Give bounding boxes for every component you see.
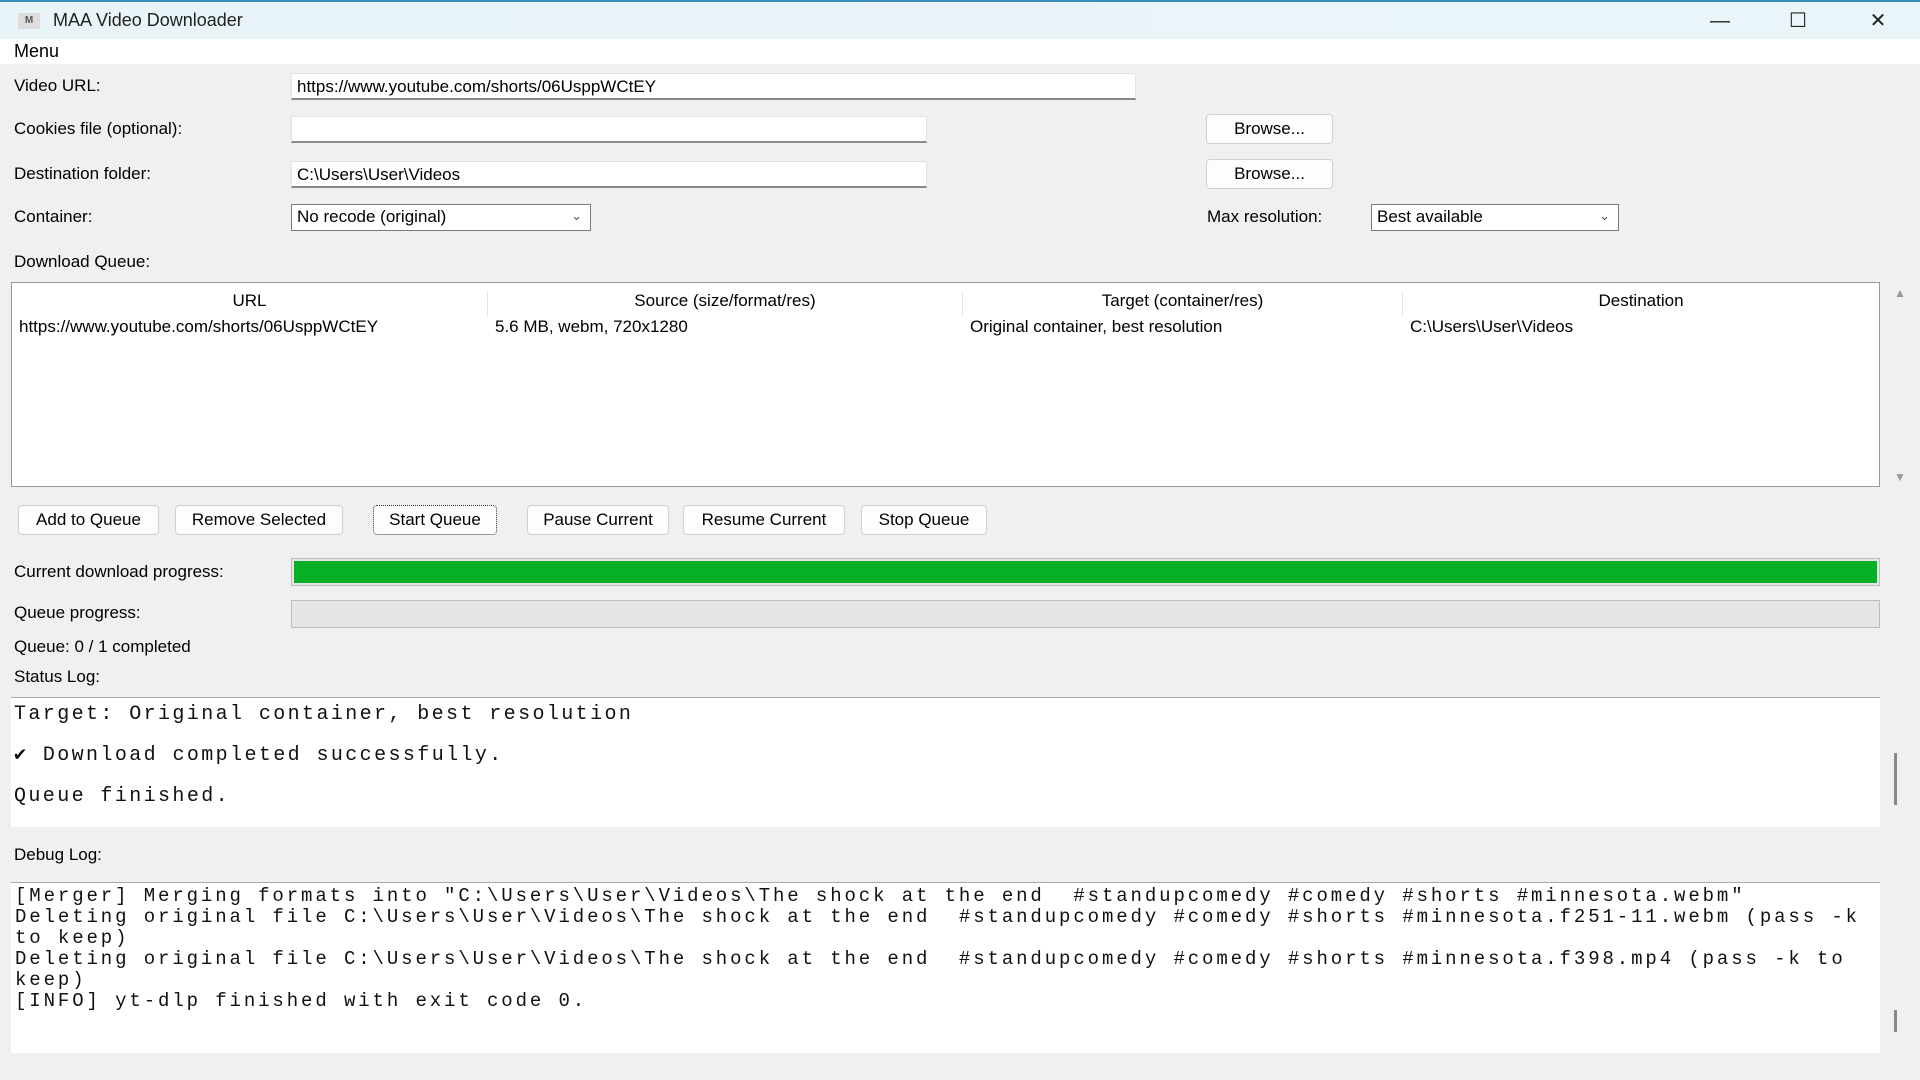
cookies-label: Cookies file (optional):	[14, 119, 182, 139]
cookies-input[interactable]	[291, 116, 927, 143]
video-url-input[interactable]: https://www.youtube.com/shorts/06UsppWCt…	[291, 73, 1136, 100]
debug-log-line: Deleting original file C:\Users\User\Vid…	[15, 949, 1860, 991]
max-resolution-label: Max resolution:	[1207, 207, 1322, 227]
status-log-line: ✔ Download completed successfully.	[11, 739, 1880, 780]
queue-table[interactable]: URL Source (size/format/res) Target (con…	[11, 282, 1880, 487]
container-label: Container:	[14, 207, 92, 227]
add-to-queue-button[interactable]: Add to Queue	[18, 505, 159, 535]
current-progress-fill	[292, 559, 1879, 585]
browse-cookies-button[interactable]: Browse...	[1206, 114, 1333, 144]
debug-log-line: [INFO] yt-dlp finished with exit code 0.	[15, 991, 1860, 1012]
browse-destination-button[interactable]: Browse...	[1206, 159, 1333, 189]
minimize-icon[interactable]: —	[1690, 6, 1750, 36]
queue-progress-bar	[291, 600, 1880, 628]
destination-input[interactable]: C:\Users\User\Videos	[291, 161, 927, 188]
debug-log-line: Deleting original file C:\Users\User\Vid…	[15, 907, 1860, 949]
table-cell-destination[interactable]: C:\Users\User\Videos	[1403, 317, 1573, 337]
window-title: MAA Video Downloader	[53, 10, 243, 31]
scroll-down-arrow-icon[interactable]: ▼	[1894, 470, 1906, 484]
container-value: No recode (original)	[297, 207, 446, 226]
remove-selected-button[interactable]: Remove Selected	[175, 505, 343, 535]
column-header-destination[interactable]: Destination	[1403, 291, 1879, 317]
max-resolution-select[interactable]: Best available ⌄	[1371, 204, 1619, 231]
table-cell-source[interactable]: 5.6 MB, webm, 720x1280	[488, 317, 688, 337]
app-icon: M	[18, 13, 40, 29]
menu-item[interactable]: Menu	[14, 41, 59, 62]
stop-queue-button[interactable]: Stop Queue	[861, 505, 987, 535]
max-resolution-value: Best available	[1377, 207, 1483, 226]
title-bar: M MAA Video Downloader — ☐ ✕	[0, 0, 1920, 39]
start-queue-button[interactable]: Start Queue	[373, 505, 497, 535]
current-progress-label: Current download progress:	[14, 562, 224, 582]
status-log[interactable]: Target: Original container, best resolut…	[11, 697, 1880, 827]
menu-bar: Menu	[0, 39, 1920, 64]
column-header-source[interactable]: Source (size/format/res)	[488, 291, 963, 317]
download-queue-label: Download Queue:	[14, 252, 150, 272]
maximize-icon[interactable]: ☐	[1768, 6, 1828, 36]
video-url-label: Video URL:	[14, 76, 101, 96]
current-progress-bar	[291, 558, 1880, 586]
debug-log-scrollbar[interactable]	[1894, 1010, 1897, 1032]
debug-log-line: [Merger] Merging formats into "C:\Users\…	[15, 886, 1860, 907]
resume-current-button[interactable]: Resume Current	[683, 505, 845, 535]
debug-log-label: Debug Log:	[14, 845, 102, 865]
chevron-down-icon: ⌄	[571, 208, 582, 224]
column-header-url[interactable]: URL	[12, 291, 488, 317]
queue-status-text: Queue: 0 / 1 completed	[14, 637, 191, 657]
status-log-line: Queue finished.	[11, 780, 1880, 821]
chevron-down-icon: ⌄	[1599, 208, 1610, 224]
pause-current-button[interactable]: Pause Current	[527, 505, 669, 535]
debug-log[interactable]: [Merger] Merging formats into "C:\Users\…	[11, 882, 1880, 1053]
queue-progress-label: Queue progress:	[14, 603, 141, 623]
table-cell-target[interactable]: Original container, best resolution	[963, 317, 1222, 337]
scroll-up-arrow-icon[interactable]: ▲	[1894, 286, 1906, 300]
status-log-label: Status Log:	[14, 667, 100, 687]
status-log-scrollbar[interactable]	[1894, 753, 1897, 805]
close-icon[interactable]: ✕	[1848, 6, 1908, 36]
table-cell-url[interactable]: https://www.youtube.com/shorts/06UsppWCt…	[12, 317, 378, 337]
column-header-target[interactable]: Target (container/res)	[963, 291, 1403, 317]
status-log-line: Target: Original container, best resolut…	[11, 698, 1880, 739]
container-select[interactable]: No recode (original) ⌄	[291, 204, 591, 231]
destination-label: Destination folder:	[14, 164, 151, 184]
